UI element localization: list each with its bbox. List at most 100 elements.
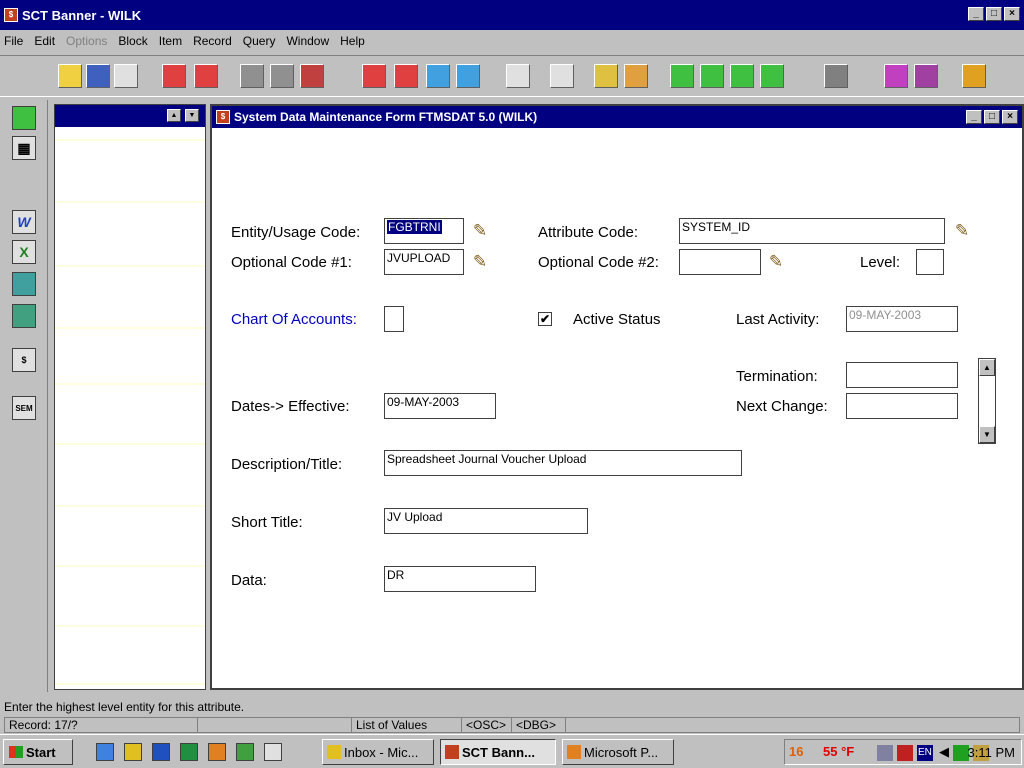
pencil-icon[interactable]: ✎ xyxy=(948,218,976,244)
execute-query-icon[interactable] xyxy=(270,64,294,88)
menu-file[interactable]: File xyxy=(4,34,23,48)
globe-icon[interactable] xyxy=(12,304,36,328)
optional-code-1-field[interactable]: JVUPLOAD xyxy=(384,249,464,275)
effective-date-field[interactable]: 09-MAY-2003 xyxy=(384,393,496,419)
tree-4-icon[interactable] xyxy=(760,64,784,88)
maximize-button[interactable]: □ xyxy=(986,7,1002,21)
app-icon[interactable] xyxy=(236,743,254,761)
next-record-icon[interactable] xyxy=(456,64,480,88)
previous-block-icon[interactable] xyxy=(162,64,186,88)
menu-window[interactable]: Window xyxy=(286,34,329,48)
pencil-icon[interactable]: ✎ xyxy=(466,218,494,244)
nav-divider xyxy=(55,327,205,329)
task-label: Inbox - Mic... xyxy=(344,744,419,760)
edit-icon[interactable] xyxy=(506,64,530,88)
save-icon[interactable] xyxy=(58,64,82,88)
next-block-icon[interactable] xyxy=(194,64,218,88)
exit-icon[interactable] xyxy=(114,64,138,88)
form-title-bar[interactable]: $ System Data Maintenance Form FTMSDAT 5… xyxy=(212,106,1022,128)
task-label: SCT Bann... xyxy=(462,744,535,760)
window-icon[interactable] xyxy=(824,64,848,88)
rollback-icon[interactable] xyxy=(86,64,110,88)
description-field[interactable]: Spreadsheet Journal Voucher Upload xyxy=(384,450,742,476)
menu-record[interactable]: Record xyxy=(193,34,232,48)
weather-number: 16 xyxy=(789,744,804,759)
remove-record-icon[interactable] xyxy=(394,64,418,88)
chart-of-accounts-field[interactable] xyxy=(384,306,404,332)
start-button[interactable]: Start xyxy=(3,739,73,765)
form-window: $ System Data Maintenance Form FTMSDAT 5… xyxy=(210,104,1024,690)
internet-explorer-icon[interactable] xyxy=(96,743,114,761)
antivirus-icon[interactable] xyxy=(897,745,913,761)
insert-record-icon[interactable] xyxy=(362,64,386,88)
banner-link-icon[interactable]: $ xyxy=(12,348,36,372)
scroll-up-icon[interactable]: ▲ xyxy=(167,109,181,122)
menu-item[interactable]: Item xyxy=(159,34,182,48)
close-button[interactable]: × xyxy=(1004,7,1020,21)
scroll-down-icon[interactable]: ▼ xyxy=(979,426,995,443)
task-microsoft-powerpoint[interactable]: Microsoft P... xyxy=(562,739,674,765)
hint-line: Enter the highest level entity for this … xyxy=(4,700,245,714)
menu-block[interactable]: Block xyxy=(118,34,147,48)
tree-3-icon[interactable] xyxy=(730,64,754,88)
active-status-checkbox[interactable]: ✔ xyxy=(538,312,552,326)
menu-query[interactable]: Query xyxy=(243,34,276,48)
help-book-icon[interactable] xyxy=(914,64,938,88)
dates-scrollbar[interactable]: ▲ ▼ xyxy=(978,358,996,444)
minimize-button[interactable]: _ xyxy=(968,7,984,21)
form-close-button[interactable]: × xyxy=(1002,110,1018,124)
next-change-field[interactable] xyxy=(846,393,958,419)
menu-help[interactable]: Help xyxy=(340,34,365,48)
word-icon[interactable]: W xyxy=(12,210,36,234)
books-icon[interactable] xyxy=(884,64,908,88)
entity-label: Entity/Usage Code: xyxy=(231,224,361,241)
grid-icon[interactable]: ▦ xyxy=(12,136,36,160)
app-title-bar[interactable]: $ SCT Banner - WILK _ □ × xyxy=(0,0,1024,30)
attribute-field[interactable]: SYSTEM_ID xyxy=(679,218,945,244)
termination-field[interactable] xyxy=(846,362,958,388)
short-title-field[interactable]: JV Upload xyxy=(384,508,588,534)
excel-icon[interactable]: X xyxy=(12,240,36,264)
outlook-icon[interactable] xyxy=(124,743,142,761)
chart-icon[interactable] xyxy=(594,64,618,88)
form-minimize-button[interactable]: _ xyxy=(966,110,982,124)
nav-divider xyxy=(55,565,205,567)
task-inbox[interactable]: Inbox - Mic... xyxy=(322,739,434,765)
banner-icon[interactable]: $ xyxy=(4,8,18,22)
tree-1-icon[interactable] xyxy=(670,64,694,88)
task-sct-banner[interactable]: SCT Bann... xyxy=(440,739,556,765)
cancel-query-icon[interactable] xyxy=(300,64,324,88)
form-title: System Data Maintenance Form FTMSDAT 5.0… xyxy=(234,110,538,124)
calendar-icon[interactable] xyxy=(624,64,648,88)
menu-edit[interactable]: Edit xyxy=(34,34,55,48)
enter-query-icon[interactable] xyxy=(240,64,264,88)
volume-icon[interactable]: ◀ xyxy=(939,744,949,760)
print-icon[interactable] xyxy=(550,64,574,88)
optional-code-2-field[interactable] xyxy=(679,249,761,275)
network-icon[interactable] xyxy=(877,745,893,761)
sem-icon[interactable]: SEM xyxy=(12,396,36,420)
data-field[interactable]: DR xyxy=(384,566,536,592)
level-field[interactable] xyxy=(916,249,944,275)
language-indicator[interactable]: EN xyxy=(917,745,933,761)
form-maximize-button[interactable]: □ xyxy=(984,110,1000,124)
powerpoint-icon[interactable] xyxy=(208,743,226,761)
nav-divider xyxy=(55,625,205,627)
search-icon[interactable] xyxy=(264,743,282,761)
dbg-indicator: <DBG> xyxy=(511,718,556,732)
pencil-icon[interactable]: ✎ xyxy=(466,249,494,275)
tree-2-icon[interactable] xyxy=(700,64,724,88)
clock[interactable]: 3:11 PM xyxy=(953,745,1015,760)
calculator-icon[interactable] xyxy=(12,106,36,130)
scroll-down-icon[interactable]: ▼ xyxy=(185,109,199,122)
exit-door-icon[interactable] xyxy=(962,64,986,88)
nav-divider xyxy=(55,683,205,685)
entity-field[interactable]: FGBTRNI xyxy=(384,218,464,244)
pencil-icon[interactable]: ✎ xyxy=(762,249,790,275)
word-icon[interactable] xyxy=(152,743,170,761)
excel-icon[interactable] xyxy=(180,743,198,761)
dates-effective-label: Dates-> Effective: xyxy=(231,398,350,415)
app-icon[interactable] xyxy=(12,272,36,296)
duplicate-record-icon[interactable] xyxy=(426,64,450,88)
scroll-up-icon[interactable]: ▲ xyxy=(979,359,995,376)
